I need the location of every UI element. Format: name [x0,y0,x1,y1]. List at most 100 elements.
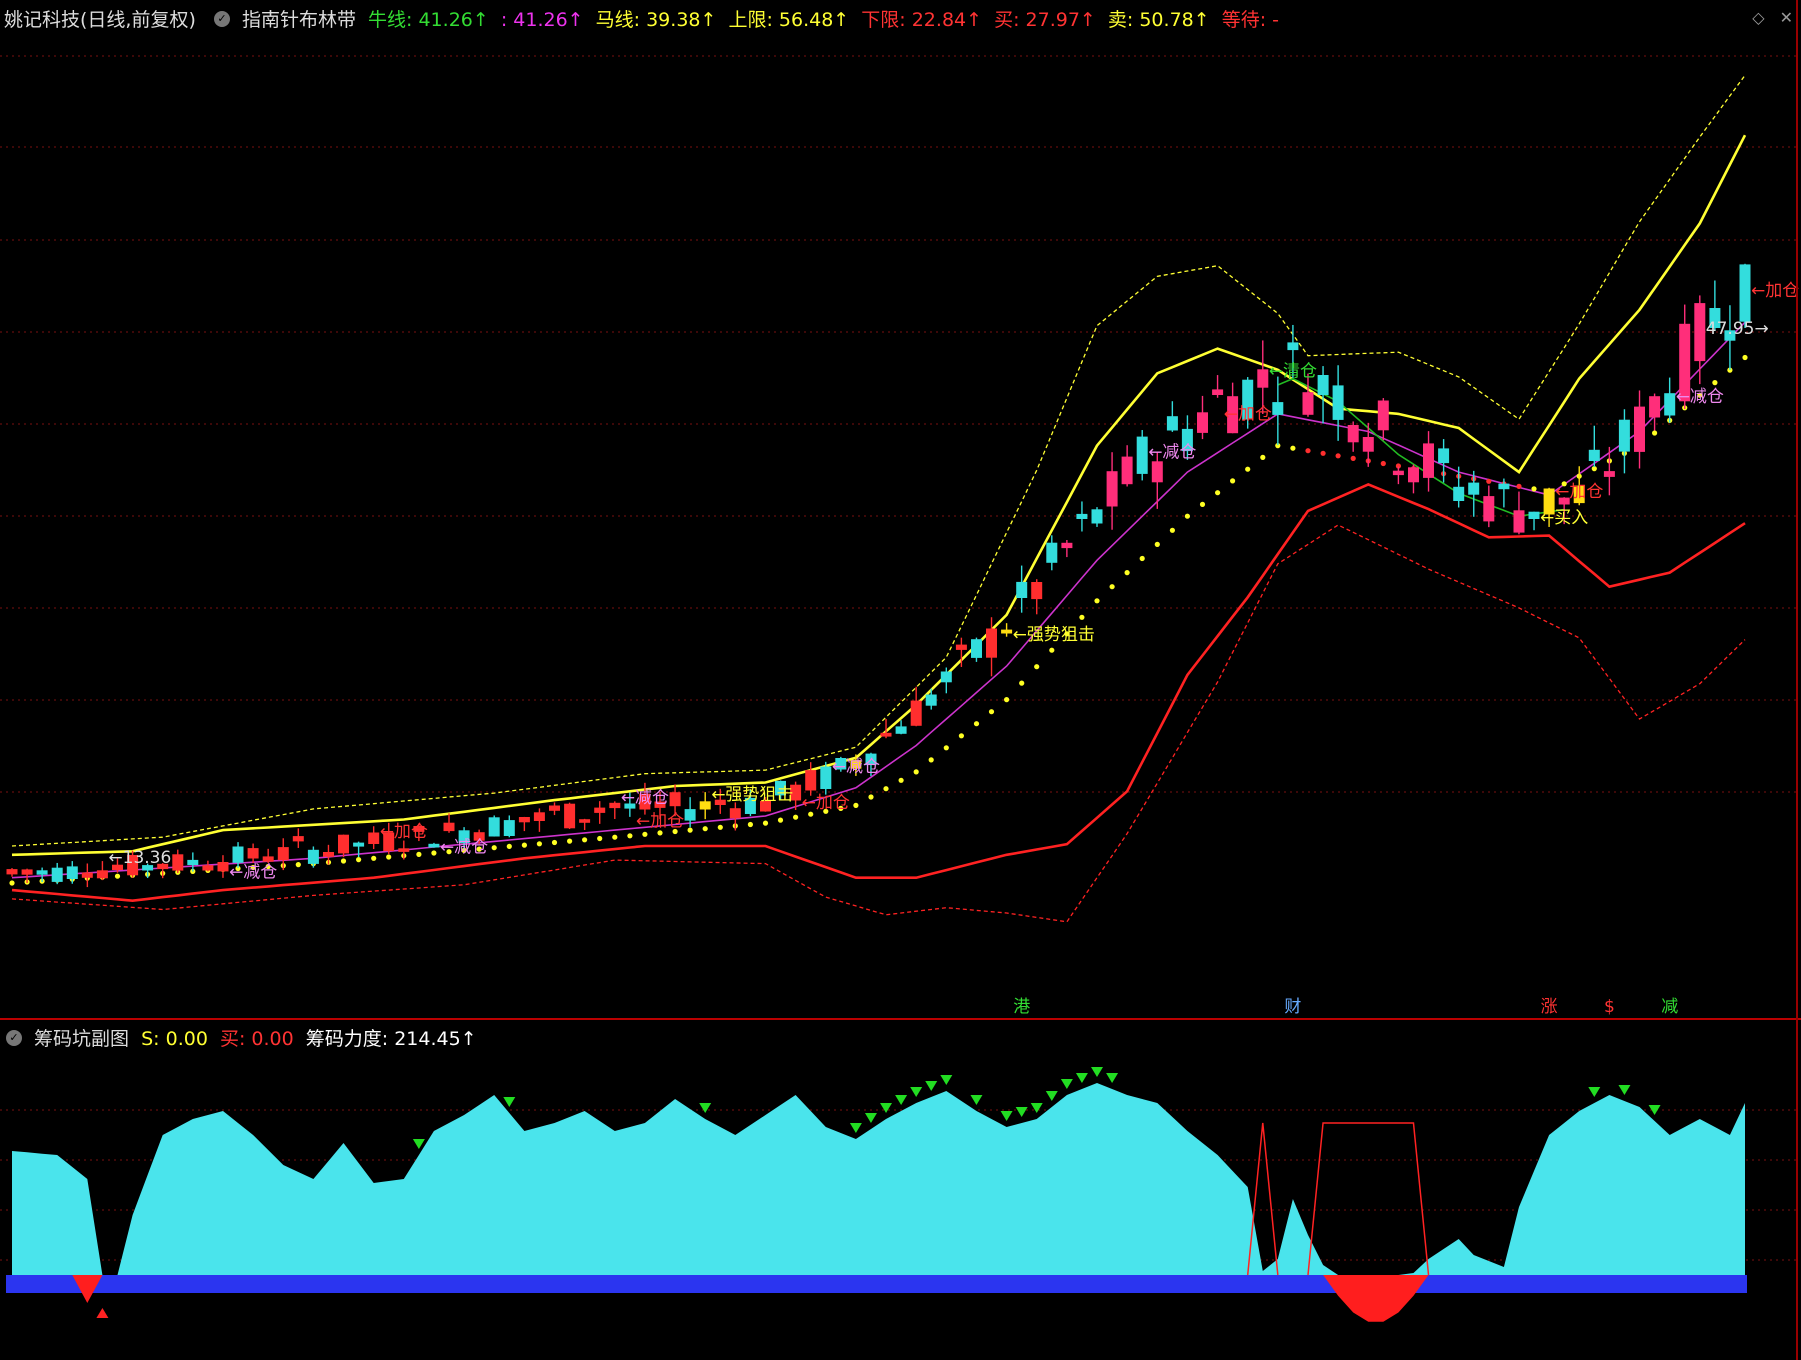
candle-body [1739,264,1751,322]
annotation-label: ←13.36 [108,848,171,868]
sell-arrow-icon [1588,1087,1601,1097]
candle-body [187,859,199,865]
chip-area [12,1083,1745,1275]
support-dot [762,820,769,826]
support-dot [883,786,889,792]
sell-arrow-icon [970,1095,983,1105]
annotation-label: ←减仓 [621,788,669,808]
candle-body [323,852,334,857]
support-dot [340,858,347,864]
support-dot [1290,445,1296,451]
sell-arrow-icon [940,1075,953,1085]
main-chart[interactable]: ←13.36 ←减仓 ←加仓 ←减仓 ←减仓 ←加仓 ←强势狙击 ←加仓 ←减仓 ←强势狙击 ←减仓… [0,0,1801,1020]
support-dot [717,824,723,830]
buy-arrow-icon [96,1308,109,1318]
candle-body [1498,483,1510,490]
annotation-label: ←加仓 [1555,482,1603,502]
sell-arrow-icon [1060,1079,1073,1089]
support-dot [988,709,995,715]
candle-body [1694,303,1706,362]
annotation-label: 47.95→ [1706,319,1769,339]
candle-body [1287,342,1299,351]
candle-body [202,865,214,871]
support-dot [295,862,301,868]
candle-body [1076,513,1088,519]
support-dot [386,854,392,860]
candle-body [1634,406,1645,452]
support-dot [1531,486,1537,492]
support-dot [536,841,543,847]
candle-body [428,843,440,848]
annotation-label: ←减仓 [832,757,880,777]
support-dot [793,814,799,820]
candle-body [1468,482,1480,495]
sell-arrow-icon [1000,1111,1013,1121]
green-mid-line [1277,377,1565,518]
support-dot [1094,598,1100,604]
candle-body [232,846,244,863]
candle-body [21,869,33,875]
event-marker: 财 [1284,997,1301,1017]
candle-body [1362,437,1374,452]
candle-body [805,770,817,791]
sell-arrow-icon [699,1103,712,1113]
support-dot [1486,478,1492,484]
support-dot [1049,647,1055,653]
support-dot [973,721,980,727]
annotation-label: ←买入 [1540,508,1588,528]
signal-outline [1246,1122,1430,1276]
support-dot [1215,490,1221,496]
support-dot [114,873,121,879]
sell-arrow-icon [1015,1107,1028,1117]
candle-body [895,726,907,734]
candle-body [1438,448,1450,464]
support-dot [582,837,588,843]
candle-body [955,644,967,650]
candle-body [398,848,410,852]
candle-body [292,836,304,842]
annotation-label: ←加仓 [380,822,428,842]
candle-body [66,866,78,879]
candle-body [81,872,93,878]
support-dot [702,826,708,832]
sub-chart[interactable] [0,1020,1801,1360]
candle-body [36,870,48,875]
candle-body [6,869,18,875]
support-dot [431,850,437,856]
event-marker: 减 [1661,997,1678,1017]
annotation-label: ←加仓 [1751,281,1799,301]
candle-body [1197,412,1208,433]
sell-arrow-icon [1030,1103,1043,1113]
sell-arrow-icon [503,1097,516,1107]
annotation-label: ←加仓 [802,793,850,813]
support-dot [1245,466,1251,472]
support-dot [958,733,965,739]
sell-arrow-icon [1045,1091,1058,1101]
support-dot [1742,354,1748,361]
support-dot [853,802,859,809]
support-dot [416,851,422,858]
event-marker: $ [1604,997,1615,1017]
candle-body [579,819,591,823]
purple-line [11,321,1746,879]
candle-body [96,870,108,879]
candle-body [1377,400,1389,431]
candle-body [1664,393,1676,416]
candle-body [1453,486,1465,501]
annotation-label: ←加仓 [636,812,684,832]
base-bar [6,1275,1747,1293]
support-dot [1335,453,1341,459]
annotation-label: ←减仓 [1676,387,1724,407]
candle-body [925,694,937,706]
candle-body [1212,389,1224,395]
annotation-label: ←加仓 [1224,405,1272,425]
candle-body [910,700,922,726]
candle-body [1121,456,1133,485]
candle-body [1588,449,1600,461]
support-dot [1034,664,1040,670]
lower-band-line [11,482,1746,903]
support-dot [1305,448,1311,454]
candle-body [1618,419,1630,452]
support-dot [627,833,633,839]
candle-body [217,862,229,872]
